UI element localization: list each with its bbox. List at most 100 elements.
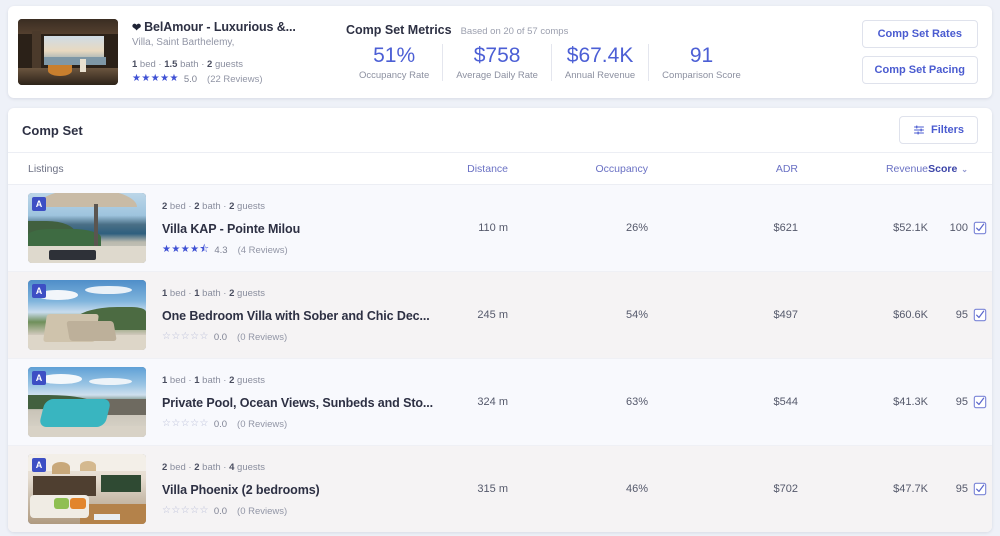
- row-beds-label: bed ·: [167, 200, 195, 212]
- row-occupancy: 63%: [625, 396, 648, 408]
- row-checkbox-cell[interactable]: [968, 219, 992, 237]
- row-listing-name[interactable]: Villa KAP - Pointe Milou: [162, 222, 300, 236]
- airbnb-source-badge: A: [32, 284, 46, 298]
- row-adr: $544: [773, 396, 798, 408]
- chevron-down-icon: ⌄: [961, 164, 968, 174]
- star-rating-icon: ★★★★⯪: [162, 244, 210, 255]
- row-guests-label: guests: [234, 287, 266, 299]
- row-beds-label: bed ·: [167, 461, 195, 473]
- row-baths-label: bath ·: [199, 374, 230, 386]
- column-header-adr[interactable]: ADR: [648, 163, 798, 175]
- listing-meta: 2 bed · 2 bath · 4 guests Villa Phoenix …: [162, 462, 320, 517]
- hero-thumbnail-image[interactable]: [18, 19, 118, 85]
- row-listing-cell[interactable]: A 2 bed · 2 bath · 2 guests Villa KAP - …: [8, 193, 388, 263]
- row-adr: $497: [773, 309, 798, 321]
- row-rating-value: 4.3: [214, 244, 228, 256]
- listing-thumbnail[interactable]: A: [28, 280, 146, 350]
- row-specs: 1 bed · 1 bath · 2 guests: [162, 375, 433, 386]
- row-rating: ★★★★⯪ 4.3 (4 Reviews): [162, 245, 300, 256]
- star-rating-icon: ☆☆☆☆☆: [162, 418, 209, 429]
- comp-set-rates-button[interactable]: Comp Set Rates: [861, 20, 978, 48]
- row-checkbox-cell[interactable]: [968, 393, 992, 411]
- comp-set-column-headers: Listings Distance Occupancy ADR Revenue …: [8, 153, 992, 185]
- comp-set-metrics-title: Comp Set Metrics: [346, 22, 452, 37]
- listing-specs: 1 bed · 1.5 bath · 2 guests: [132, 59, 312, 70]
- row-revenue: $47.7K: [893, 483, 928, 495]
- comp-set-pacing-button[interactable]: Comp Set Pacing: [861, 56, 978, 84]
- metric-average-daily-rate-label: Average Daily Rate: [456, 70, 538, 82]
- row-revenue: $41.3K: [893, 396, 928, 408]
- row-review-count: (0 Reviews): [237, 418, 288, 430]
- star-rating-icon: ☆☆☆☆☆: [162, 331, 209, 342]
- row-listing-cell[interactable]: A 2 bed · 2 bath · 4 guests Villa Phoeni…: [8, 454, 388, 524]
- row-baths-label: bath ·: [199, 287, 230, 299]
- row-checkbox-cell[interactable]: [968, 480, 992, 498]
- comp-set-panel: Comp Set Filters Listings Distance Occup…: [8, 108, 992, 532]
- comp-set-metrics-row: 51% Occupancy Rate $758 Average Daily Ra…: [346, 43, 754, 82]
- row-review-count: (4 Reviews): [237, 244, 288, 256]
- row-specs: 2 bed · 2 bath · 2 guests: [162, 201, 300, 212]
- checkbox-checked-icon[interactable]: [973, 395, 987, 409]
- row-listing-name[interactable]: Villa Phoenix (2 bedrooms): [162, 483, 320, 497]
- listing-rating-value: 5.0: [183, 73, 198, 85]
- row-review-count: (0 Reviews): [237, 331, 288, 343]
- metric-comparison-score-label: Comparison Score: [662, 70, 741, 82]
- row-rating: ☆☆☆☆☆ 0.0 (0 Reviews): [162, 419, 433, 430]
- column-header-occupancy[interactable]: Occupancy: [508, 163, 648, 175]
- column-header-revenue[interactable]: Revenue: [798, 163, 928, 175]
- listing-beds-label: bed ·: [137, 58, 165, 70]
- listing-title-row[interactable]: ❤ BelAmour - Luxurious &...: [132, 20, 312, 34]
- row-rating-value: 0.0: [213, 331, 228, 343]
- row-rating-value: 0.0: [213, 418, 228, 430]
- row-specs: 2 bed · 2 bath · 4 guests: [162, 462, 320, 473]
- filter-sliders-icon: [913, 125, 924, 135]
- star-rating-icon: ☆☆☆☆☆: [162, 505, 209, 516]
- header-action-buttons: Comp Set Rates Comp Set Pacing: [861, 20, 978, 84]
- metric-occupancy-rate: 51% Occupancy Rate: [346, 43, 444, 82]
- row-score: 95: [955, 483, 968, 495]
- metric-annual-revenue-value: $67.4K: [566, 43, 634, 67]
- heart-icon: ❤: [132, 21, 142, 34]
- metric-annual-revenue-label: Annual Revenue: [564, 70, 636, 82]
- hero-thumbnail-wrap[interactable]: [18, 19, 118, 85]
- row-occupancy: 26%: [625, 222, 648, 234]
- row-listing-cell[interactable]: A 1 bed · 1 bath · 2 guests One Bedroom …: [8, 280, 430, 350]
- table-row[interactable]: A 1 bed · 1 bath · 2 guests Private Pool…: [8, 359, 992, 446]
- metric-average-daily-rate: $758 Average Daily Rate: [443, 43, 552, 82]
- row-listing-cell[interactable]: A 1 bed · 1 bath · 2 guests Private Pool…: [8, 367, 433, 437]
- row-distance: 315 m: [477, 483, 508, 495]
- column-header-distance[interactable]: Distance: [388, 163, 508, 175]
- airbnb-source-badge: A: [32, 197, 46, 211]
- row-revenue: $52.1K: [893, 222, 928, 234]
- column-header-listings: Listings: [28, 162, 64, 175]
- panel-title: Comp Set: [22, 122, 83, 138]
- row-checkbox-cell[interactable]: [968, 306, 992, 324]
- row-adr: $621: [773, 222, 798, 234]
- row-review-count: (0 Reviews): [237, 505, 288, 517]
- row-specs: 1 bed · 1 bath · 2 guests: [162, 288, 430, 299]
- row-beds-label: bed ·: [167, 374, 195, 386]
- row-baths-label: bath ·: [199, 461, 230, 473]
- listing-review-count: (22 Reviews): [207, 73, 263, 85]
- metric-occupancy-rate-label: Occupancy Rate: [359, 70, 430, 82]
- checkbox-checked-icon[interactable]: [973, 308, 987, 322]
- listing-thumbnail[interactable]: A: [28, 454, 146, 524]
- listing-guests-label: guests: [212, 58, 243, 70]
- checkbox-checked-icon[interactable]: [973, 482, 987, 496]
- filters-button[interactable]: Filters: [898, 116, 978, 144]
- listing-thumbnail[interactable]: A: [28, 193, 146, 263]
- airbnb-source-badge: A: [32, 458, 46, 472]
- table-row[interactable]: A 2 bed · 2 bath · 4 guests Villa Phoeni…: [8, 446, 992, 532]
- metric-comparison-score-value: 91: [689, 43, 714, 67]
- row-baths-label: bath ·: [199, 200, 230, 212]
- listing-baths: 1.5: [164, 58, 178, 70]
- table-row[interactable]: A 2 bed · 2 bath · 2 guests Villa KAP - …: [8, 185, 992, 272]
- row-occupancy: 46%: [625, 483, 648, 495]
- listing-meta: 2 bed · 2 bath · 2 guests Villa KAP - Po…: [162, 201, 300, 256]
- listing-thumbnail[interactable]: A: [28, 367, 146, 437]
- metric-occupancy-rate-value: 51%: [373, 43, 416, 67]
- table-row[interactable]: A 1 bed · 1 bath · 2 guests One Bedroom …: [8, 272, 992, 359]
- metric-comparison-score: 91 Comparison Score: [649, 44, 754, 81]
- column-header-score[interactable]: Score ⌄: [928, 163, 968, 175]
- checkbox-checked-icon[interactable]: [973, 221, 987, 235]
